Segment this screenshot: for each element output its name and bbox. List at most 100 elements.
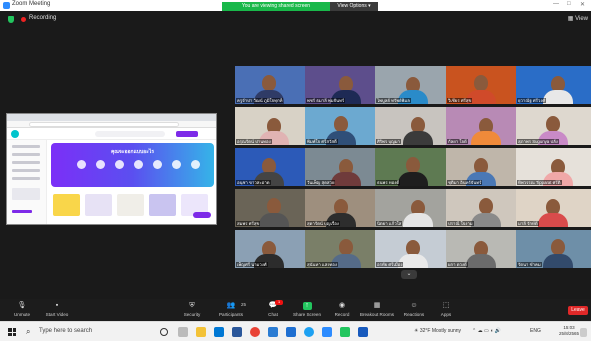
share-screen-icon: ↑ [302, 302, 312, 310]
participant-video-tile[interactable]: ทิพวรรณ Tipparat ศรีดิ [516, 148, 591, 186]
unmute-button[interactable]: 🎙 Unmute [8, 299, 36, 321]
zoom-taskbar-icon[interactable] [322, 327, 332, 337]
participant-video-tile[interactable]: อรทัย ศรีเมือง [375, 230, 454, 268]
participant-video-tile[interactable]: เพ็ญศรี นามวงศ์ [235, 230, 314, 268]
reactions-button[interactable]: ☺ Reactions [400, 299, 428, 321]
template-card[interactable] [53, 194, 80, 216]
minimize-button[interactable]: — [553, 1, 559, 7]
cortana-icon[interactable] [160, 328, 168, 336]
shared-screen[interactable]: คุณจะออกแบบอะไร [6, 113, 217, 225]
sidebar-item[interactable] [12, 169, 40, 172]
participant-video-tile[interactable]: พชร์ ธมาลี พุ่มจันทร์ [305, 66, 384, 104]
windows-start-icon[interactable] [8, 328, 16, 336]
sidebar-item[interactable] [12, 177, 40, 180]
apps-button[interactable]: ⬚ Apps [436, 299, 456, 321]
system-tray-icons[interactable]: ⌃ ☁ ▭ ◖ 🔊 [472, 328, 501, 334]
template-card[interactable] [85, 194, 112, 216]
participant-body [259, 213, 289, 227]
participant-name: เพ็ญศรี นามวงศ์ [236, 262, 268, 267]
participant-body [543, 254, 573, 268]
template-card[interactable] [149, 194, 176, 216]
browser-tab-strip[interactable] [7, 114, 216, 121]
notifications-icon[interactable] [580, 328, 587, 337]
sidebar-item[interactable] [12, 153, 40, 156]
design-type-icon[interactable] [96, 160, 105, 169]
maximize-button[interactable]: □ [567, 1, 571, 7]
record-label: Record [334, 312, 350, 317]
participant-video-tile[interactable]: ศิริพร บุญมา [375, 107, 454, 145]
participant-video-tile[interactable]: อรุณรัตน์ ปานทอง [235, 107, 314, 145]
browser-address-bar[interactable] [7, 121, 216, 128]
weather-widget[interactable]: ☀ 32°F Mostly sunny [414, 328, 461, 334]
design-type-icon[interactable] [77, 160, 86, 169]
line-icon[interactable] [340, 327, 350, 337]
record-button[interactable]: ◉ Record [330, 299, 354, 321]
leave-button[interactable]: Leave [568, 306, 588, 315]
participant-video-tile[interactable]: ครูจำปา วัฒน์ ภูมิใจทุกที่ [235, 66, 314, 104]
close-button[interactable]: ✕ [580, 1, 585, 8]
participant-body [471, 213, 501, 227]
taskbar-clock[interactable]: 15:03 25/8/2565 [559, 325, 579, 337]
template-card[interactable] [117, 194, 144, 216]
clock-date: 25/8/2565 [559, 331, 580, 336]
participant-face [546, 116, 560, 132]
gallery-scroll-down-button[interactable]: ⌄ [401, 270, 417, 279]
participant-video-tile[interactable]: นิตยา แก้วใส [375, 189, 454, 227]
participants-label: Participants [218, 312, 243, 317]
word-doc-icon[interactable] [358, 327, 368, 337]
store-icon[interactable] [214, 327, 224, 337]
word-icon[interactable] [232, 327, 242, 337]
taskbar-search-input[interactable]: Type here to search [39, 328, 92, 334]
participant-video-tile[interactable]: กัลยา ใจดี [446, 107, 525, 145]
url-field[interactable] [29, 122, 179, 127]
sidebar-item[interactable] [12, 161, 40, 164]
participant-video-tile[interactable]: สุนันทา แสงทอง [305, 230, 384, 268]
view-button[interactable]: ▦ View [568, 15, 588, 22]
help-button[interactable] [193, 212, 211, 218]
design-type-icon[interactable] [191, 160, 200, 169]
task-view-icon[interactable] [178, 327, 188, 337]
design-type-icon[interactable] [153, 160, 162, 169]
design-type-icon[interactable] [172, 160, 181, 169]
participant-video-tile[interactable]: รัตนา ขำคม [516, 230, 591, 268]
file-explorer-icon[interactable] [196, 327, 206, 337]
breakout-rooms-button[interactable]: ▦ Breakout Rooms [358, 299, 396, 321]
security-button[interactable]: ⛨ Security [177, 299, 207, 321]
participant-video-tile[interactable]: วันเพ็ญ สุดสวย [305, 148, 384, 186]
participant-video-tile[interactable]: สุดารัตน์ บุญเรือง [305, 189, 384, 227]
recording-label[interactable]: Recording [29, 15, 56, 21]
participant-video-tile[interactable]: วิเชียร ศรีสุข [446, 66, 525, 104]
start-video-button[interactable]: ▪ Start Video [40, 299, 74, 321]
participant-video-tile[interactable]: ปราณี ใจงาม [446, 189, 525, 227]
participant-video-tile[interactable]: ชุติมา อินทร์จันทร์ [446, 148, 525, 186]
canva-logo-icon[interactable] [11, 130, 19, 138]
sidebar-item[interactable] [12, 145, 40, 148]
participant-video-tile[interactable]: สุภาพร Sugunya ปลั่ง [516, 107, 591, 145]
participant-name: สุนันทา แสงทอง [306, 262, 338, 267]
participant-video-tile[interactable]: ผกา ดวงดี [446, 230, 525, 268]
edge-icon[interactable] [304, 327, 314, 337]
participant-video-tile[interactable]: มาลี รักษ์ดี [516, 189, 591, 227]
participant-video-tile[interactable]: ไพบูลย์ ทรัพย์พิมล [375, 66, 454, 104]
canva-search-input[interactable] [95, 131, 165, 137]
design-type-icon[interactable] [134, 160, 143, 169]
app-icon[interactable] [268, 327, 278, 337]
chrome-icon[interactable] [250, 327, 260, 337]
screen: Zoom Meeting You are viewing shared scre… [0, 0, 591, 341]
participant-video-tile[interactable]: ยุวาณัฐ ศรีวงศ์ [516, 66, 591, 104]
participant-video-tile[interactable]: พิมพ์ใจ ศรีสวัสดิ์ [305, 107, 384, 145]
design-type-icon[interactable] [115, 160, 124, 169]
participant-video-tile[interactable]: ธนพร ทองดี [375, 148, 454, 186]
sidebar-button[interactable] [12, 210, 32, 213]
participant-face [267, 198, 281, 214]
view-options-button[interactable]: View Options ▾ [330, 2, 378, 11]
input-language[interactable]: ENG [530, 328, 541, 334]
window-title: Zoom Meeting [12, 1, 51, 7]
photos-icon[interactable] [286, 327, 296, 337]
canva-nav [7, 128, 216, 140]
create-design-button[interactable] [176, 131, 198, 137]
participant-video-tile[interactable]: อนุชา ขาวสะอาด [235, 148, 314, 186]
participant-name: มาลี รักษ์ดี [517, 221, 539, 226]
participant-video-tile[interactable]: สมพร ศรีสุข [235, 189, 314, 227]
share-screen-button[interactable]: ↑ Share Screen [290, 299, 324, 321]
